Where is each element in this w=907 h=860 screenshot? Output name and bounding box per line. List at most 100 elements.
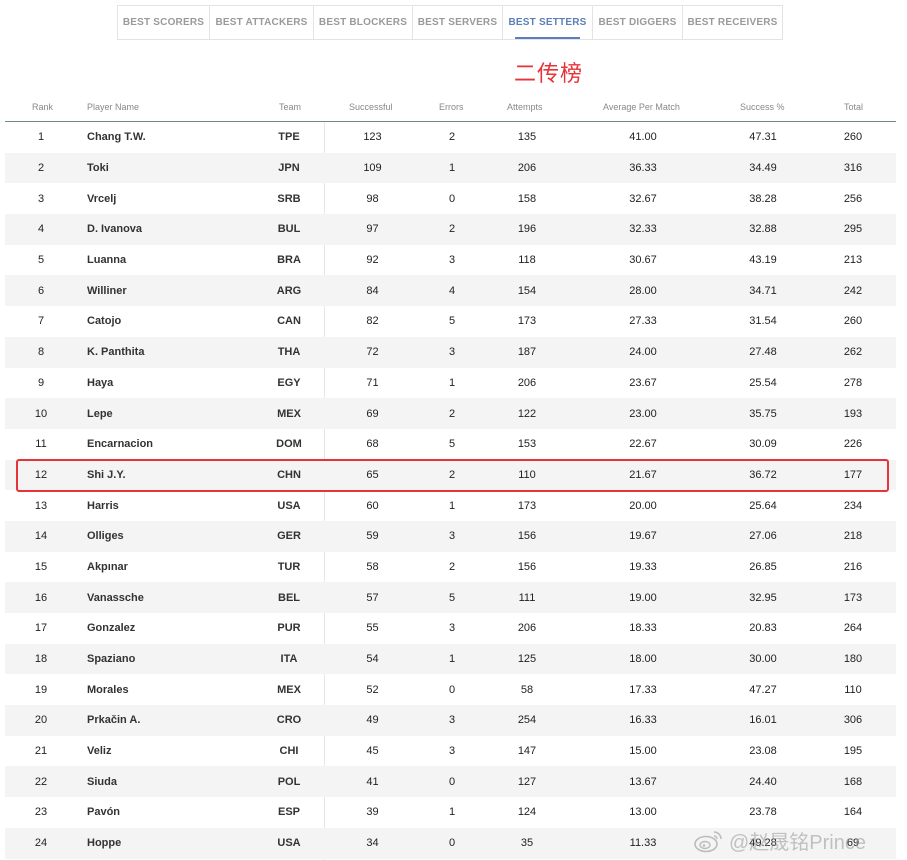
success-pct-cell: 38.28 [749,192,777,205]
total-cell: 173 [843,591,863,604]
player-name-cell: Akpınar [87,560,128,573]
average-cell: 22.67 [629,438,657,451]
watermark-text: @赵晟铭Prince [729,832,866,854]
average-cell: 23.67 [629,376,657,389]
total-cell: 218 [843,530,863,543]
average-cell: 11.33 [629,837,657,850]
average-cell: 13.67 [629,775,657,788]
successful-cell: 34 [366,837,379,850]
team-cell: USA [277,837,301,850]
errors-cell: 3 [448,254,456,267]
rank-cell: 11 [35,438,47,451]
table-row: 9 Haya EGY 71 1 206 23.67 25.54 278 [5,368,896,399]
success-pct-cell: 30.00 [749,653,777,666]
team-cell: JPN [278,162,300,175]
success-pct-cell: 16.01 [749,714,777,727]
errors-cell: 0 [448,683,456,696]
header-errors[interactable]: Errors [439,102,464,112]
successful-cell: 72 [366,346,379,359]
rank-cell: 18 [34,653,48,666]
rank-cell: 4 [37,223,45,236]
tab-best-blockers[interactable]: BEST BLOCKERS [314,6,413,39]
tab-best-receivers[interactable]: BEST RECEIVERS [683,6,782,39]
table-row: 15 Akpınar TUR 58 2 156 19.33 26.85 216 [5,552,896,583]
table-row: 22 Siuda POL 41 0 127 13.67 24.40 168 [5,766,896,798]
successful-cell: 49 [366,714,379,727]
player-name-cell: D. Ivanova [87,223,143,236]
attempts-cell: 156 [517,530,537,543]
attempts-cell: 173 [517,315,537,328]
player-name-cell: Veliz [87,745,112,758]
player-name-cell: Siuda [87,775,117,788]
category-tabs: BEST SCORERS BEST ATTACKERS BEST BLOCKER… [117,5,783,40]
attempts-cell: 35 [520,837,534,850]
tab-best-scorers[interactable]: BEST SCORERS [118,6,210,39]
rank-cell: 19 [34,683,48,696]
successful-cell: 58 [366,560,379,573]
total-cell: 213 [843,254,863,267]
table-row: 21 Veliz CHI 45 3 147 15.00 23.08 195 [5,736,896,767]
header-successful[interactable]: Successful [349,102,393,112]
total-cell: 256 [843,192,863,205]
average-cell: 16.33 [629,714,657,727]
attempts-cell: 147 [517,745,537,758]
table-row: 19 Morales MEX 52 0 58 17.33 47.27 110 [5,674,896,705]
success-pct-cell: 47.27 [749,683,777,696]
attempts-cell: 118 [518,254,536,267]
team-cell: EGY [277,376,301,389]
team-cell: TUR [277,560,301,573]
header-team[interactable]: Team [279,102,301,112]
tab-best-attackers[interactable]: BEST ATTACKERS [210,6,314,39]
table-row: 13 Harris USA 60 1 173 20.00 25.64 234 [5,490,896,521]
errors-cell: 5 [448,315,456,328]
total-cell: 316 [843,162,863,175]
successful-cell: 82 [366,315,379,328]
success-pct-cell: 23.78 [749,806,777,819]
header-rank[interactable]: Rank [32,102,53,112]
weibo-icon [694,830,722,852]
attempts-cell: 154 [517,284,537,297]
table-row: 4 D. Ivanova BUL 97 2 196 32.33 32.88 295 [5,214,896,245]
team-cell: BEL [278,591,300,604]
average-cell: 24.00 [629,346,657,359]
successful-cell: 39 [366,806,379,819]
team-cell: DOM [276,438,302,451]
errors-cell: 5 [448,591,456,604]
rank-cell: 24 [34,837,48,850]
team-cell: ITA [280,653,298,666]
total-cell: 278 [843,376,863,389]
annotation-title: 二传榜 [514,62,584,87]
header-success-pct[interactable]: Success % [740,102,785,112]
header-player-name[interactable]: Player Name [87,102,139,112]
attempts-cell: 196 [517,223,537,236]
rank-cell: 15 [34,560,48,573]
success-pct-cell: 35.75 [749,407,777,420]
player-name-cell: Toki [87,162,109,175]
tab-best-setters[interactable]: BEST SETTERS [503,6,593,39]
team-cell: CHN [277,468,301,481]
rank-cell: 17 [34,622,48,635]
rank-cell: 8 [37,346,45,359]
average-cell: 13.00 [629,806,657,819]
player-name-cell: Shi J.Y. [87,468,126,481]
total-cell: 262 [843,346,863,359]
tab-best-servers[interactable]: BEST SERVERS [413,6,503,39]
header-attempts[interactable]: Attempts [507,102,543,112]
errors-cell: 3 [448,530,456,543]
tab-best-diggers[interactable]: BEST DIGGERS [593,6,683,39]
success-pct-cell: 26.85 [749,560,777,573]
successful-cell: 60 [366,499,379,512]
attempts-cell: 153 [517,438,537,451]
header-average-per-match[interactable]: Average Per Match [603,102,680,112]
success-pct-cell: 20.83 [749,622,777,635]
errors-cell: 2 [448,407,456,420]
average-cell: 36.33 [629,162,657,175]
successful-cell: 65 [366,468,379,481]
rank-cell: 14 [34,530,48,543]
success-pct-cell: 30.09 [749,438,777,451]
header-total[interactable]: Total [844,102,863,112]
table-row: 14 Olliges GER 59 3 156 19.67 27.06 218 [5,520,896,552]
errors-cell: 1 [448,653,456,666]
team-cell: BUL [277,223,301,236]
table-row: 16 Vanassche BEL 57 5 111 19.00 32.95 173 [5,582,896,613]
